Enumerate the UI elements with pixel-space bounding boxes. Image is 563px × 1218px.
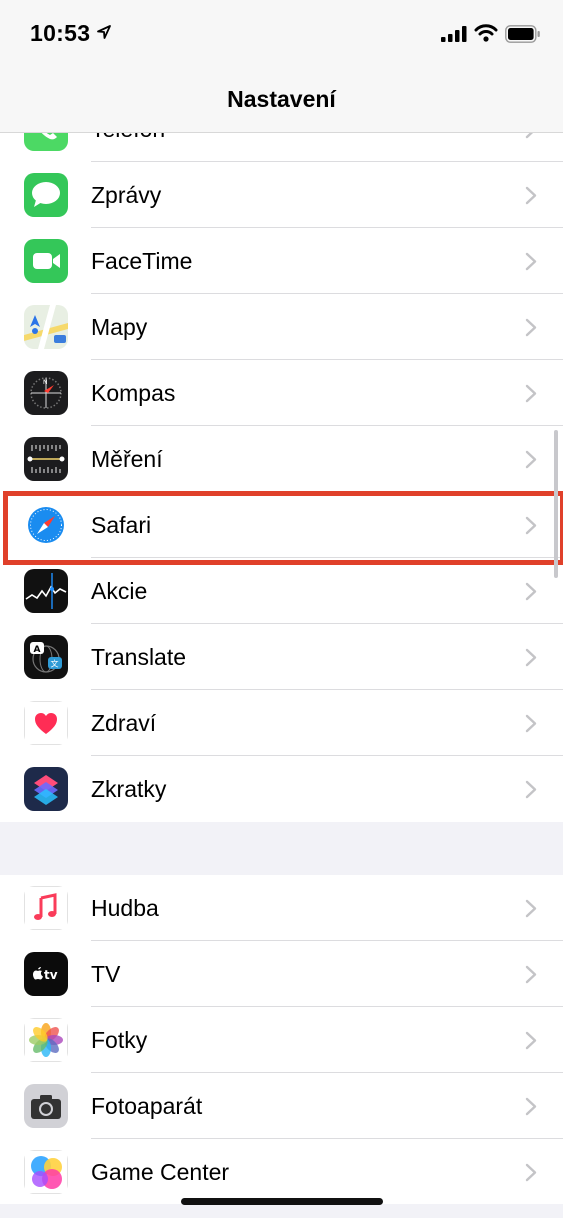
music-icon [24,886,68,930]
settings-row-mapy[interactable]: Mapy [0,294,563,360]
svg-text:N: N [43,379,48,386]
chevron-right-icon [525,450,537,469]
health-icon [24,701,68,745]
settings-row-akcie[interactable]: Akcie [0,558,563,624]
settings-group-apps: TelefonZprávyFaceTimeMapyNKompasMěřeníSa… [0,96,563,822]
tv-icon: tv [24,952,68,996]
svg-text:tv: tv [44,968,58,982]
chevron-right-icon [525,252,537,271]
chevron-right-icon [525,1163,537,1182]
settings-row-label: Fotky [91,1027,148,1053]
chevron-right-icon [525,780,537,799]
settings-row-hudba[interactable]: Hudba [0,875,563,941]
settings-row-zpravy[interactable]: Zprávy [0,162,563,228]
facetime-icon [24,239,68,283]
settings-row-label: Hudba [91,895,159,921]
shortcuts-icon [24,767,68,811]
chevron-right-icon [525,648,537,667]
settings-row-translate[interactable]: A 文 Translate [0,624,563,690]
settings-row-label: Měření [91,446,163,472]
settings-row-tv[interactable]: tv TV [0,941,563,1007]
settings-row-label: FaceTime [91,248,193,274]
measure-icon [24,437,68,481]
settings-row-label: Akcie [91,578,148,604]
settings-row-fotky[interactable]: Fotky [0,1007,563,1073]
maps-icon [24,305,68,349]
settings-row-zkratky[interactable]: Zkratky [0,756,563,822]
bottom-strip [0,1204,563,1218]
chevron-right-icon [525,1031,537,1050]
chevron-right-icon [525,582,537,601]
settings-row-label: TV [91,961,121,987]
svg-text:文: 文 [51,659,59,669]
settings-row-game-center[interactable]: Game Center [0,1139,563,1205]
settings-row-zdravi[interactable]: Zdraví [0,690,563,756]
settings-row-label: Mapy [91,314,148,340]
safari-highlight-box [3,491,563,565]
chevron-right-icon [525,714,537,733]
status-bar-overlay [0,0,563,70]
settings-row-label: Zkratky [91,776,167,802]
compass-icon: N [24,371,68,415]
chevron-right-icon [525,384,537,403]
settings-row-mereni[interactable]: Měření [0,426,563,492]
settings-row-label: Zprávy [91,182,162,208]
chevron-right-icon [525,318,537,337]
chevron-right-icon [525,965,537,984]
chevron-right-icon [525,1097,537,1116]
translate-icon: A文 [24,635,68,679]
page-title-overlay: Nastavení [227,86,336,112]
stocks-icon [24,569,68,613]
chevron-right-icon [525,186,537,205]
settings-row-label: Translate [91,644,187,670]
settings-row-label: Fotoaparát [91,1093,203,1119]
settings-row-label: Game Center [91,1159,230,1185]
scroll-indicator [554,430,558,578]
navigation-bar-overlay: Nastavení [0,70,563,133]
settings-row-kompas[interactable]: N Kompas [0,360,563,426]
messages-icon [24,173,68,217]
settings-row-label: Kompas [91,380,176,406]
camera-icon [24,1084,68,1128]
settings-row-fotoaparat[interactable]: Fotoaparát [0,1073,563,1139]
photos-icon [24,1018,68,1062]
svg-text:A: A [34,645,41,655]
settings-row-label: Zdraví [91,710,157,736]
settings-group-media: Hudba tv TV Fotky Fotoaparát Game Center [0,875,563,1205]
home-indicator[interactable] [181,1198,383,1205]
chevron-right-icon [525,899,537,918]
settings-row-facetime[interactable]: FaceTime [0,228,563,294]
game-center-icon [24,1150,68,1194]
